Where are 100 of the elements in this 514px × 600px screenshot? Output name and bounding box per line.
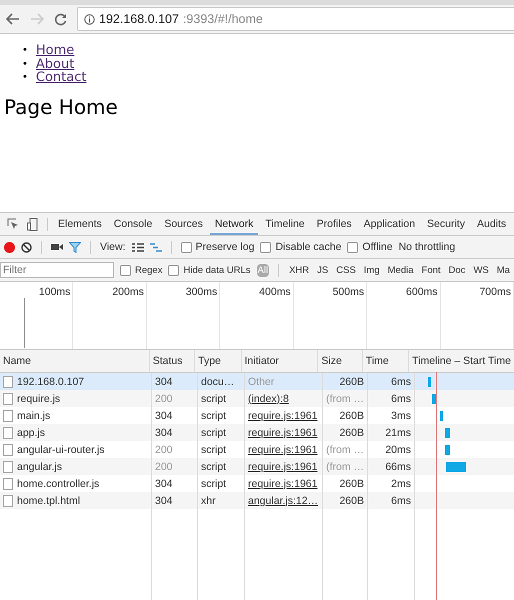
file-icon [3,392,13,404]
column-header[interactable]: Status [150,350,196,372]
devtools-tab[interactable]: Console [108,213,158,235]
table-cell: (from … [326,392,364,404]
bullet: • [22,71,28,84]
initiator-link[interactable]: require.js:1961 [248,426,318,438]
table-cell: script [201,460,226,472]
initiator-link[interactable]: require.js:1961 [248,478,318,490]
table-cell: 20ms [385,444,411,456]
table-cell: 304 [155,376,173,388]
filter-icon[interactable] [69,242,81,252]
column-header[interactable]: Type [195,350,242,372]
initiator-link[interactable]: angular.js:12… [248,494,318,506]
type-filter[interactable]: Ma [496,264,511,276]
column-header[interactable]: Initiator [242,350,318,372]
column-header[interactable]: Time [362,350,410,372]
bullet: • [22,58,28,71]
column-header[interactable]: Size [318,350,363,372]
type-filter[interactable]: Img [362,264,381,276]
table-cell: 200 [155,392,173,404]
info-icon [84,14,95,24]
file-icon [3,376,13,388]
table-cell: 192.168.0.107 [17,376,84,388]
waterfall-view-icon[interactable] [150,242,162,252]
initiator-link[interactable]: require.js:1961 [248,444,318,456]
request-row[interactable]: home.tpl.html 304 xhr angular.js:12… 260B 6ms [0,492,514,509]
devtools-tab[interactable]: Application [358,213,420,235]
nav-link[interactable]: Contact [36,71,86,84]
tick-label: 300ms [186,286,218,298]
table-cell: docu… [201,376,234,388]
address-field[interactable]: 192.168.0.107 :9393/#!/home [77,7,514,31]
nav-link[interactable]: About [36,58,74,71]
checkbox[interactable]: Regex [120,264,162,276]
initiator-link: Other [248,376,274,388]
devtools-tab[interactable]: Elements [53,213,107,235]
device-icon[interactable] [27,218,39,230]
column-header[interactable]: Timeline – Start Time [409,350,514,372]
initiator-link[interactable]: require.js:1961 [248,410,318,422]
table-cell: 21ms [385,426,411,438]
table-cell: 2ms [391,478,411,490]
list-view-icon[interactable] [132,242,144,252]
filter-field[interactable]: Filter [0,262,114,278]
tick-label: 600ms [406,286,438,298]
clear-icon[interactable] [21,242,32,252]
checkbox[interactable]: Disable cache [260,241,342,253]
tick-label: 200ms [112,286,144,298]
devtools-tab[interactable]: Timeline [260,213,310,235]
type-filter[interactable]: JS [316,264,330,276]
table-cell: 304 [155,478,173,490]
request-row[interactable]: app.js 304 script require.js:1961 260B 21ms [0,424,514,441]
page-heading: Page Home [4,94,119,118]
devtools-tab[interactable]: Sources [159,213,208,235]
table-cell: (from … [326,460,364,472]
record-button[interactable] [4,242,15,252]
file-icon [3,426,13,438]
initiator-link[interactable]: require.js:1961 [248,460,318,472]
checkbox[interactable]: Preserve log [180,241,254,253]
type-filter[interactable]: Doc [448,264,466,276]
table-cell: 3ms [391,410,411,422]
type-filter[interactable]: Media [386,264,415,276]
initiator-link[interactable]: (index):8 [248,392,289,404]
tick-label: 500ms [332,286,364,298]
type-filter[interactable]: WS [472,264,490,276]
table-cell: script [201,392,226,404]
tick-label: 700ms [479,286,511,298]
table-cell: home.controller.js [17,478,100,490]
file-icon [3,494,13,506]
camera-icon[interactable] [51,243,63,251]
type-filter[interactable]: Font [420,264,442,276]
table-cell: 200 [155,460,173,472]
column-header[interactable]: Name [0,350,150,372]
table-cell: script [201,426,226,438]
table-cell: 260B [339,410,364,422]
table-cell: home.tpl.html [17,494,80,506]
table-cell: main.js [17,410,50,422]
table-cell: app.js [17,426,46,438]
nav-link[interactable]: Home [36,44,74,58]
devtools-tab[interactable]: Security [422,213,470,235]
checkbox[interactable]: Offline [347,241,393,253]
type-filter[interactable]: XHR [288,264,310,276]
type-filter[interactable]: CSS [335,264,357,276]
table-cell: 260B [339,494,364,506]
devtools-tab[interactable]: Profiles [312,213,357,235]
devtools-tab[interactable]: Audits [472,213,512,235]
waterfall-bar [445,428,450,438]
request-row[interactable]: require.js 200 script (index):8 (from … 6ms [0,390,514,407]
table-cell: script [201,444,226,456]
reload-icon[interactable] [54,12,67,26]
request-row[interactable]: 192.168.0.107 304 docu… Other 260B 6ms [0,373,514,390]
table-cell: 6ms [391,392,411,404]
table-cell: script [201,478,226,490]
waterfall-bar [445,444,450,454]
back-arrow-icon[interactable] [6,13,20,25]
throttling-dropdown[interactable]: No throttling [398,241,456,253]
table-cell: 6ms [391,376,411,388]
request-row[interactable]: angular.js 200 script require.js:1961 (from … 66ms [0,458,514,475]
inspect-icon[interactable] [7,218,19,230]
table-cell: 260B [339,376,364,388]
table-cell: angular.js [17,460,62,472]
checkbox[interactable]: Hide data URLs [168,264,251,276]
